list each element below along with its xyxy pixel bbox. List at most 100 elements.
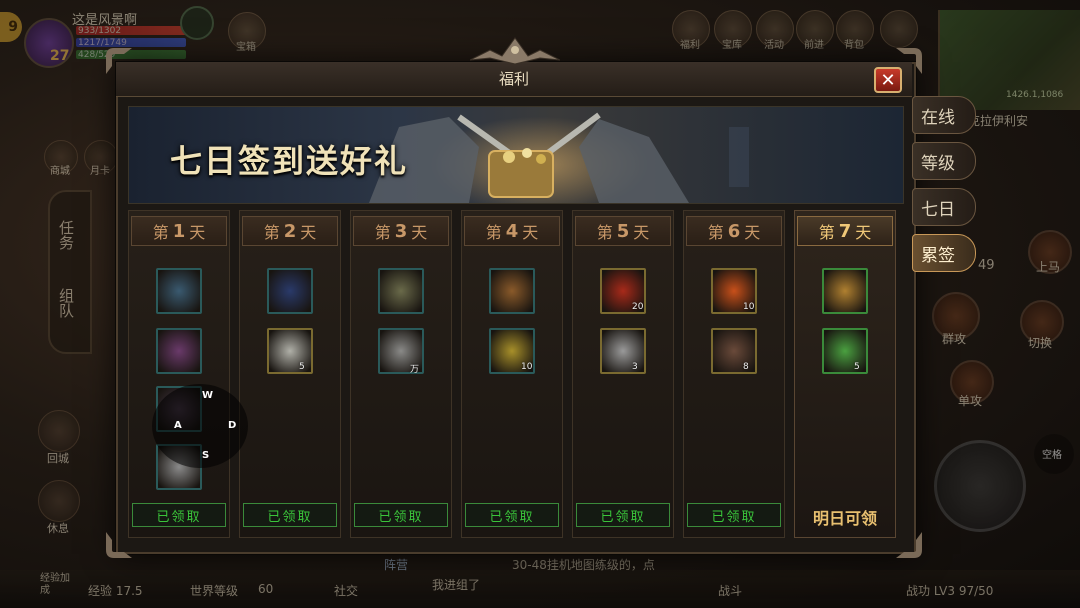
key-d: D	[228, 420, 237, 431]
hp-text: 933/1302	[78, 26, 122, 36]
robe-icon[interactable]	[156, 328, 202, 374]
top-label-welfare: 福利	[680, 40, 700, 51]
world-level-label: 世界等级	[190, 584, 239, 598]
social-button[interactable]: 社交	[334, 582, 358, 599]
day-header: 第3天	[353, 216, 449, 246]
day-prefix: 第	[818, 223, 835, 242]
tab-cumulative-signin[interactable]: 累签	[912, 234, 976, 272]
dialog-title: 福利	[498, 70, 529, 88]
day-suffix: 天	[300, 223, 317, 242]
helmet-icon[interactable]	[156, 268, 202, 314]
right-counter: 49	[978, 258, 995, 273]
suit-icon[interactable]	[267, 268, 313, 314]
exp-bonus-label: 经验加成	[40, 573, 70, 596]
day-prefix: 第	[263, 223, 280, 242]
day-number: 4	[505, 220, 519, 242]
claimed-badge: 已领取	[687, 503, 781, 527]
close-button[interactable]: ✕	[874, 67, 902, 93]
chat-line-1: 30-48挂机地图练级的，点	[512, 558, 655, 572]
tab-online[interactable]: 在线	[912, 96, 976, 134]
day-prefix: 第	[374, 223, 391, 242]
level-badge: 9	[0, 12, 22, 42]
item-quantity: 5	[299, 362, 305, 372]
day-number: 6	[727, 220, 741, 242]
chat-line-2: 我进组了	[432, 578, 481, 592]
space-key-label: 空格	[1042, 450, 1062, 461]
fight-button[interactable]: 战斗	[718, 582, 742, 599]
menu-icon[interactable]	[880, 10, 918, 48]
day-suffix: 天	[411, 223, 428, 242]
map-name: 克拉伊利安	[968, 114, 1029, 128]
world-level-value: 60	[258, 582, 274, 596]
day-number: 7	[838, 220, 852, 242]
power-text: 战功 LV3 97/50	[906, 584, 994, 598]
item-quantity: 10	[743, 302, 755, 312]
top-label-event: 活动	[764, 40, 784, 51]
day-prefix: 第	[596, 223, 613, 242]
player-level: 27	[50, 48, 70, 64]
key-a: A	[174, 420, 182, 431]
top-label-forward: 前进	[804, 40, 824, 51]
day-suffix: 天	[633, 223, 650, 242]
shop-label: 商城	[50, 166, 70, 177]
day-header: 第5天	[575, 216, 671, 246]
rest-label: 休息	[47, 522, 69, 535]
attack-button[interactable]	[934, 440, 1026, 532]
day-header: 第2天	[242, 216, 338, 246]
claimed-badge: 已领取	[132, 503, 226, 527]
day-number: 2	[283, 220, 297, 242]
return-city-label: 回城	[47, 452, 69, 465]
key-w: W	[202, 390, 214, 401]
item-quantity: 5	[854, 362, 860, 372]
top-label-bag: 背包	[844, 40, 864, 51]
claim-tomorrow-label: 明日可领	[812, 509, 877, 528]
crown-ornament-icon	[470, 37, 560, 65]
scroll-icon[interactable]	[267, 328, 313, 374]
green-pendant-icon[interactable]	[822, 328, 868, 374]
owl-pet-icon[interactable]	[489, 268, 535, 314]
day-prefix: 第	[707, 223, 724, 242]
day-column	[461, 210, 563, 538]
day-header: 第4天	[464, 216, 560, 246]
day-number: 3	[394, 220, 408, 242]
claimed-badge: 已领取	[576, 503, 670, 527]
map-scroll-icon[interactable]	[378, 268, 424, 314]
silver-token-icon[interactable]	[600, 328, 646, 374]
day-prefix: 第	[152, 223, 169, 242]
top-label-treasury: 宝库	[722, 40, 742, 51]
day-header: 第7天	[797, 216, 893, 246]
key-s: S	[202, 450, 210, 461]
day-prefix: 第	[485, 223, 502, 242]
day-column	[794, 210, 896, 538]
switch-skill-label: 切换	[1027, 336, 1052, 350]
side-tab-team[interactable]: 组队	[56, 288, 77, 318]
item-quantity: 20	[632, 302, 644, 312]
rest-icon[interactable]	[38, 480, 80, 522]
item-quantity: 8	[743, 362, 749, 372]
banner-title: 七日签到送好礼	[170, 142, 409, 180]
map-coordinates: 1426.1,1086	[1006, 90, 1064, 100]
day-column	[683, 210, 785, 538]
day-number: 5	[616, 220, 630, 242]
hammer-icon[interactable]	[711, 328, 757, 374]
side-tab-panel	[48, 190, 92, 354]
search-icon[interactable]	[180, 6, 214, 40]
treasure-chest-icon[interactable]	[822, 268, 868, 314]
day-header: 第1天	[131, 216, 227, 246]
return-city-icon[interactable]	[38, 410, 80, 452]
day-column	[239, 210, 341, 538]
side-tab-quest[interactable]: 任务	[56, 220, 77, 250]
day-header: 第6天	[686, 216, 782, 246]
claimed-badge: 已领取	[465, 503, 559, 527]
day-suffix: 天	[744, 223, 761, 242]
tab-seven-day[interactable]: 七日	[912, 188, 976, 226]
day-suffix: 天	[189, 223, 206, 242]
item-quantity: 10	[521, 362, 533, 372]
item-quantity: 万	[410, 365, 420, 375]
corner-ornament-icon	[896, 532, 922, 558]
tab-level[interactable]: 等级	[912, 142, 976, 180]
single-skill-label: 单攻	[957, 394, 982, 408]
claimed-badge: 已领取	[354, 503, 448, 527]
aoe-skill-label: 群攻	[941, 332, 966, 346]
day-column	[572, 210, 674, 538]
